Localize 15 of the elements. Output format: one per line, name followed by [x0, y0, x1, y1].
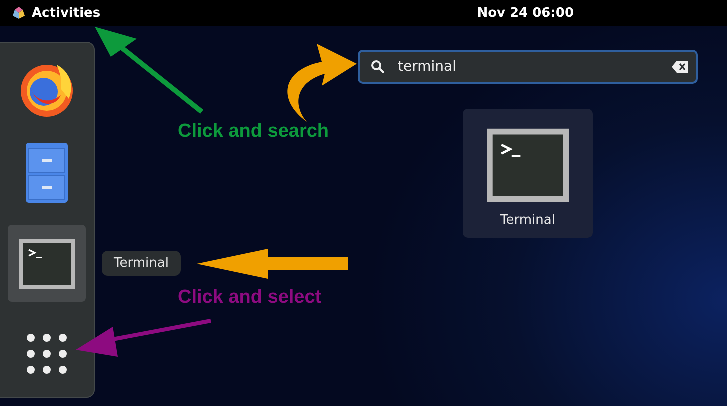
annotation-label: Click and search: [178, 121, 330, 142]
activities-button[interactable]: Activities: [32, 6, 101, 20]
clear-icon[interactable]: [672, 61, 688, 73]
app-tile[interactable]: Terminal: [463, 109, 593, 238]
terminal-icon: [487, 127, 569, 204]
dash-item[interactable]: [8, 225, 86, 302]
activities-icon: [12, 7, 26, 19]
file-cabinet-icon: [23, 141, 71, 205]
clock[interactable]: Nov 24 06:00: [477, 6, 574, 20]
app-grid-icon: [27, 334, 67, 374]
terminal-icon: [19, 238, 75, 288]
annotation-label: Click and select: [178, 287, 322, 308]
search-field[interactable]: terminal: [358, 50, 698, 84]
tooltip: Terminal: [102, 251, 181, 276]
search-icon: [371, 60, 385, 74]
